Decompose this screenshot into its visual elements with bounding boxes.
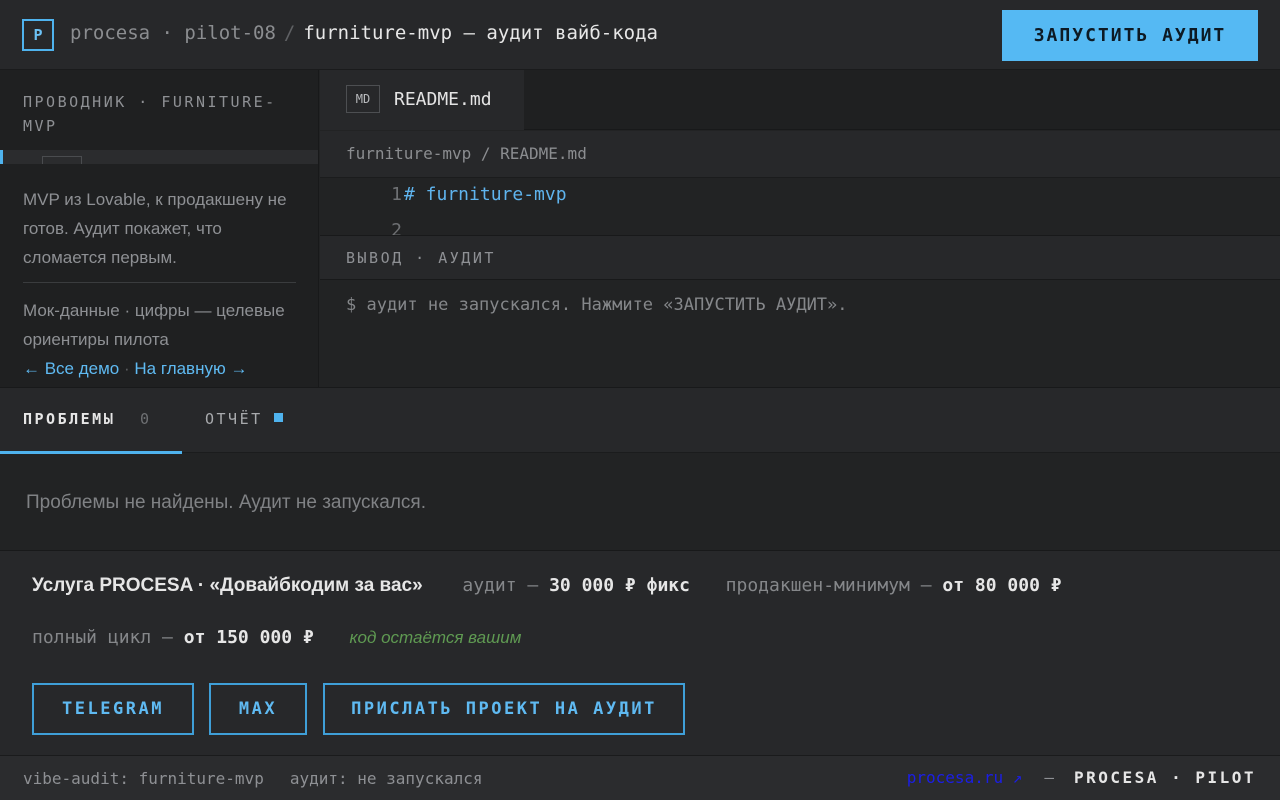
output-header: ВЫВОД · АУДИТ xyxy=(320,235,1280,280)
line-number: 1 xyxy=(391,184,402,205)
breadcrumb-separator: / xyxy=(283,22,296,44)
max-button[interactable]: MAX xyxy=(209,683,307,735)
status-brand: PROCESA · PILOT xyxy=(1074,768,1256,787)
service-pricing-line-2: полный цикл — от 150 000 ₽ код остаётся … xyxy=(32,627,521,648)
status-project: vibe-audit: furniture-mvp xyxy=(23,769,264,788)
status-dash: — xyxy=(1044,768,1054,787)
active-file-indicator xyxy=(0,150,3,164)
tab-problems-label: ПРОБЛЕМЫ xyxy=(23,410,116,428)
home-link[interactable]: На главную → xyxy=(134,359,247,378)
full-cycle-label: полный цикл — xyxy=(32,627,173,648)
editor-tabstrip: MD README.md xyxy=(320,70,1280,130)
status-right: procesa.ru ↗ — PROCESA · PILOT xyxy=(907,768,1256,787)
service-title: Услуга PROCESA · «Довайбкодим за вас» xyxy=(32,575,423,596)
line-number: 2 xyxy=(391,220,402,235)
service-offer: Услуга PROCESA · «Довайбкодим за вас» ау… xyxy=(0,550,1280,755)
mock-data-note: Мок-данные · цифры — целевые ориентиры п… xyxy=(23,301,285,349)
tab-readme[interactable]: MD README.md xyxy=(320,70,524,130)
status-audit-state: аудит: не запускался xyxy=(289,769,483,788)
breadcrumb-org[interactable]: procesa · pilot-08 xyxy=(70,22,276,44)
send-project-button[interactable]: ПРИСЛАТЬ ПРОЕКТ НА АУДИТ xyxy=(323,683,685,735)
prod-price: от 80 000 ₽ xyxy=(942,575,1062,596)
problems-tabstrip: ПРОБЛЕМЫ 0 ОТЧЁТ xyxy=(0,387,1280,454)
file-type-icon xyxy=(42,156,82,164)
top-bar: P procesa · pilot-08 / furniture-mvp — ауд… xyxy=(0,0,1280,70)
report-indicator-icon xyxy=(274,413,283,422)
code-ownership-note: код остаётся вашим xyxy=(349,628,522,647)
sidebar-divider xyxy=(23,282,296,283)
service-pricing-line-1: Услуга PROCESA · «Довайбкодим за вас» ау… xyxy=(32,575,1062,597)
tab-problems[interactable]: ПРОБЛЕМЫ 0 xyxy=(0,388,182,454)
link-separator: · xyxy=(124,359,130,378)
code-editor[interactable]: 1 # furniture-mvp 2 xyxy=(320,178,1280,235)
telegram-button[interactable]: TELEGRAM xyxy=(32,683,194,735)
problems-empty-text: Проблемы не найдены. Аудит не запускался… xyxy=(26,492,426,513)
procesa-site-link[interactable]: procesa.ru ↗ xyxy=(907,768,1023,787)
file-path: furniture-mvp / README.md xyxy=(346,144,587,163)
breadcrumb: procesa · pilot-08 / furniture-mvp — аудит… xyxy=(70,22,658,44)
tab-report[interactable]: ОТЧЁТ xyxy=(182,388,332,454)
prod-price-label: продакшен-минимум — xyxy=(725,575,932,596)
output-text: $ аудит не запускался. Нажмите «ЗАПУСТИТ… xyxy=(346,295,848,315)
problems-count-badge: 0 xyxy=(140,410,150,428)
audit-price: 30 000 ₽ фикс xyxy=(549,575,690,596)
explorer-file-readme[interactable] xyxy=(0,150,318,164)
breadcrumb-current: furniture-mvp — аудит вайб-кода xyxy=(303,22,658,44)
full-cycle-price: от 150 000 ₽ xyxy=(183,627,314,648)
code-line: # furniture-mvp xyxy=(404,184,567,205)
sidebar-links: ← Все демо · На главную → xyxy=(23,354,247,383)
status-left: vibe-audit: furniture-mvp аудит: не запус… xyxy=(23,769,482,788)
tab-readme-label: README.md xyxy=(394,89,492,110)
project-description: MVP из Lovable, к продакшену не готов. А… xyxy=(23,190,287,267)
output-console: $ аудит не запускался. Нажмите «ЗАПУСТИТ… xyxy=(320,281,1280,387)
status-bar: vibe-audit: furniture-mvp аудит: не запус… xyxy=(0,755,1280,800)
problems-panel: Проблемы не найдены. Аудит не запускался… xyxy=(0,454,1280,550)
file-path-bar: furniture-mvp / README.md xyxy=(320,131,1280,178)
procesa-logo[interactable]: P xyxy=(22,19,54,51)
all-demos-link[interactable]: ← Все демо xyxy=(23,359,119,378)
audit-price-label: аудит — xyxy=(462,575,539,596)
tab-report-label: ОТЧЁТ xyxy=(205,410,263,428)
explorer-title: ПРОВОДНИК · FURNITURE-MVP xyxy=(23,93,277,135)
explorer-sidebar: ПРОВОДНИК · FURNITURE-MVP MVP из Lovable… xyxy=(0,70,319,387)
markdown-file-icon: MD xyxy=(346,85,380,113)
run-audit-button[interactable]: ЗАПУСТИТЬ АУДИТ xyxy=(1002,10,1258,61)
output-title: ВЫВОД · АУДИТ xyxy=(346,249,496,267)
